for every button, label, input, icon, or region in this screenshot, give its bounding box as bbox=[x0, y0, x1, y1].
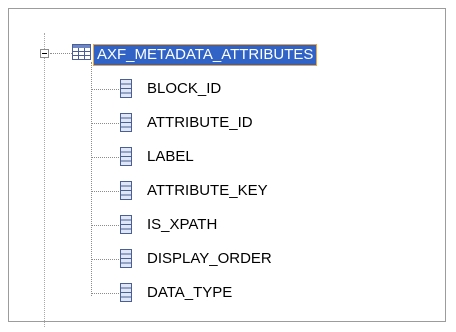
table-icon bbox=[72, 44, 91, 60]
collapse-toggle-icon[interactable] bbox=[40, 49, 49, 58]
column-icon bbox=[120, 181, 132, 200]
tree-connector bbox=[91, 89, 119, 90]
tree-node-column[interactable]: DATA_TYPE bbox=[91, 281, 431, 305]
tree-node-column[interactable]: DISPLAY_ORDER bbox=[91, 247, 431, 271]
tree-connector bbox=[91, 123, 119, 124]
column-label: ATTRIBUTE_KEY bbox=[147, 182, 268, 199]
tree-connector bbox=[91, 293, 119, 294]
tree-connector bbox=[91, 225, 119, 226]
tree-connector bbox=[91, 157, 119, 158]
column-icon bbox=[120, 249, 132, 268]
tree-node-column[interactable]: LABEL bbox=[91, 145, 431, 169]
column-icon bbox=[120, 283, 132, 302]
column-icon bbox=[120, 147, 132, 166]
tree-node-column[interactable]: BLOCK_ID bbox=[91, 77, 431, 101]
tree-connector bbox=[91, 191, 119, 192]
tree-panel: AXF_METADATA_ATTRIBUTES BLOCK_ID ATTRIBU… bbox=[8, 8, 446, 327]
tree-node-column[interactable]: ATTRIBUTE_ID bbox=[91, 111, 431, 135]
column-label: BLOCK_ID bbox=[147, 80, 222, 97]
tree-connector bbox=[91, 259, 119, 260]
tree-node-root-label[interactable]: AXF_METADATA_ATTRIBUTES bbox=[93, 44, 318, 66]
tree-node-column[interactable]: ATTRIBUTE_KEY bbox=[91, 179, 431, 203]
column-label: LABEL bbox=[147, 148, 194, 165]
column-icon bbox=[120, 79, 132, 98]
schema-tree: AXF_METADATA_ATTRIBUTES BLOCK_ID ATTRIBU… bbox=[9, 9, 445, 321]
column-label: DISPLAY_ORDER bbox=[147, 250, 272, 267]
column-label: ATTRIBUTE_ID bbox=[147, 114, 253, 131]
column-label: IS_XPATH bbox=[147, 216, 218, 233]
tree-node-column[interactable]: IS_XPATH bbox=[91, 213, 431, 237]
column-label: DATA_TYPE bbox=[147, 284, 233, 301]
column-icon bbox=[120, 215, 132, 234]
tree-connector bbox=[50, 53, 72, 54]
column-icon bbox=[120, 113, 132, 132]
